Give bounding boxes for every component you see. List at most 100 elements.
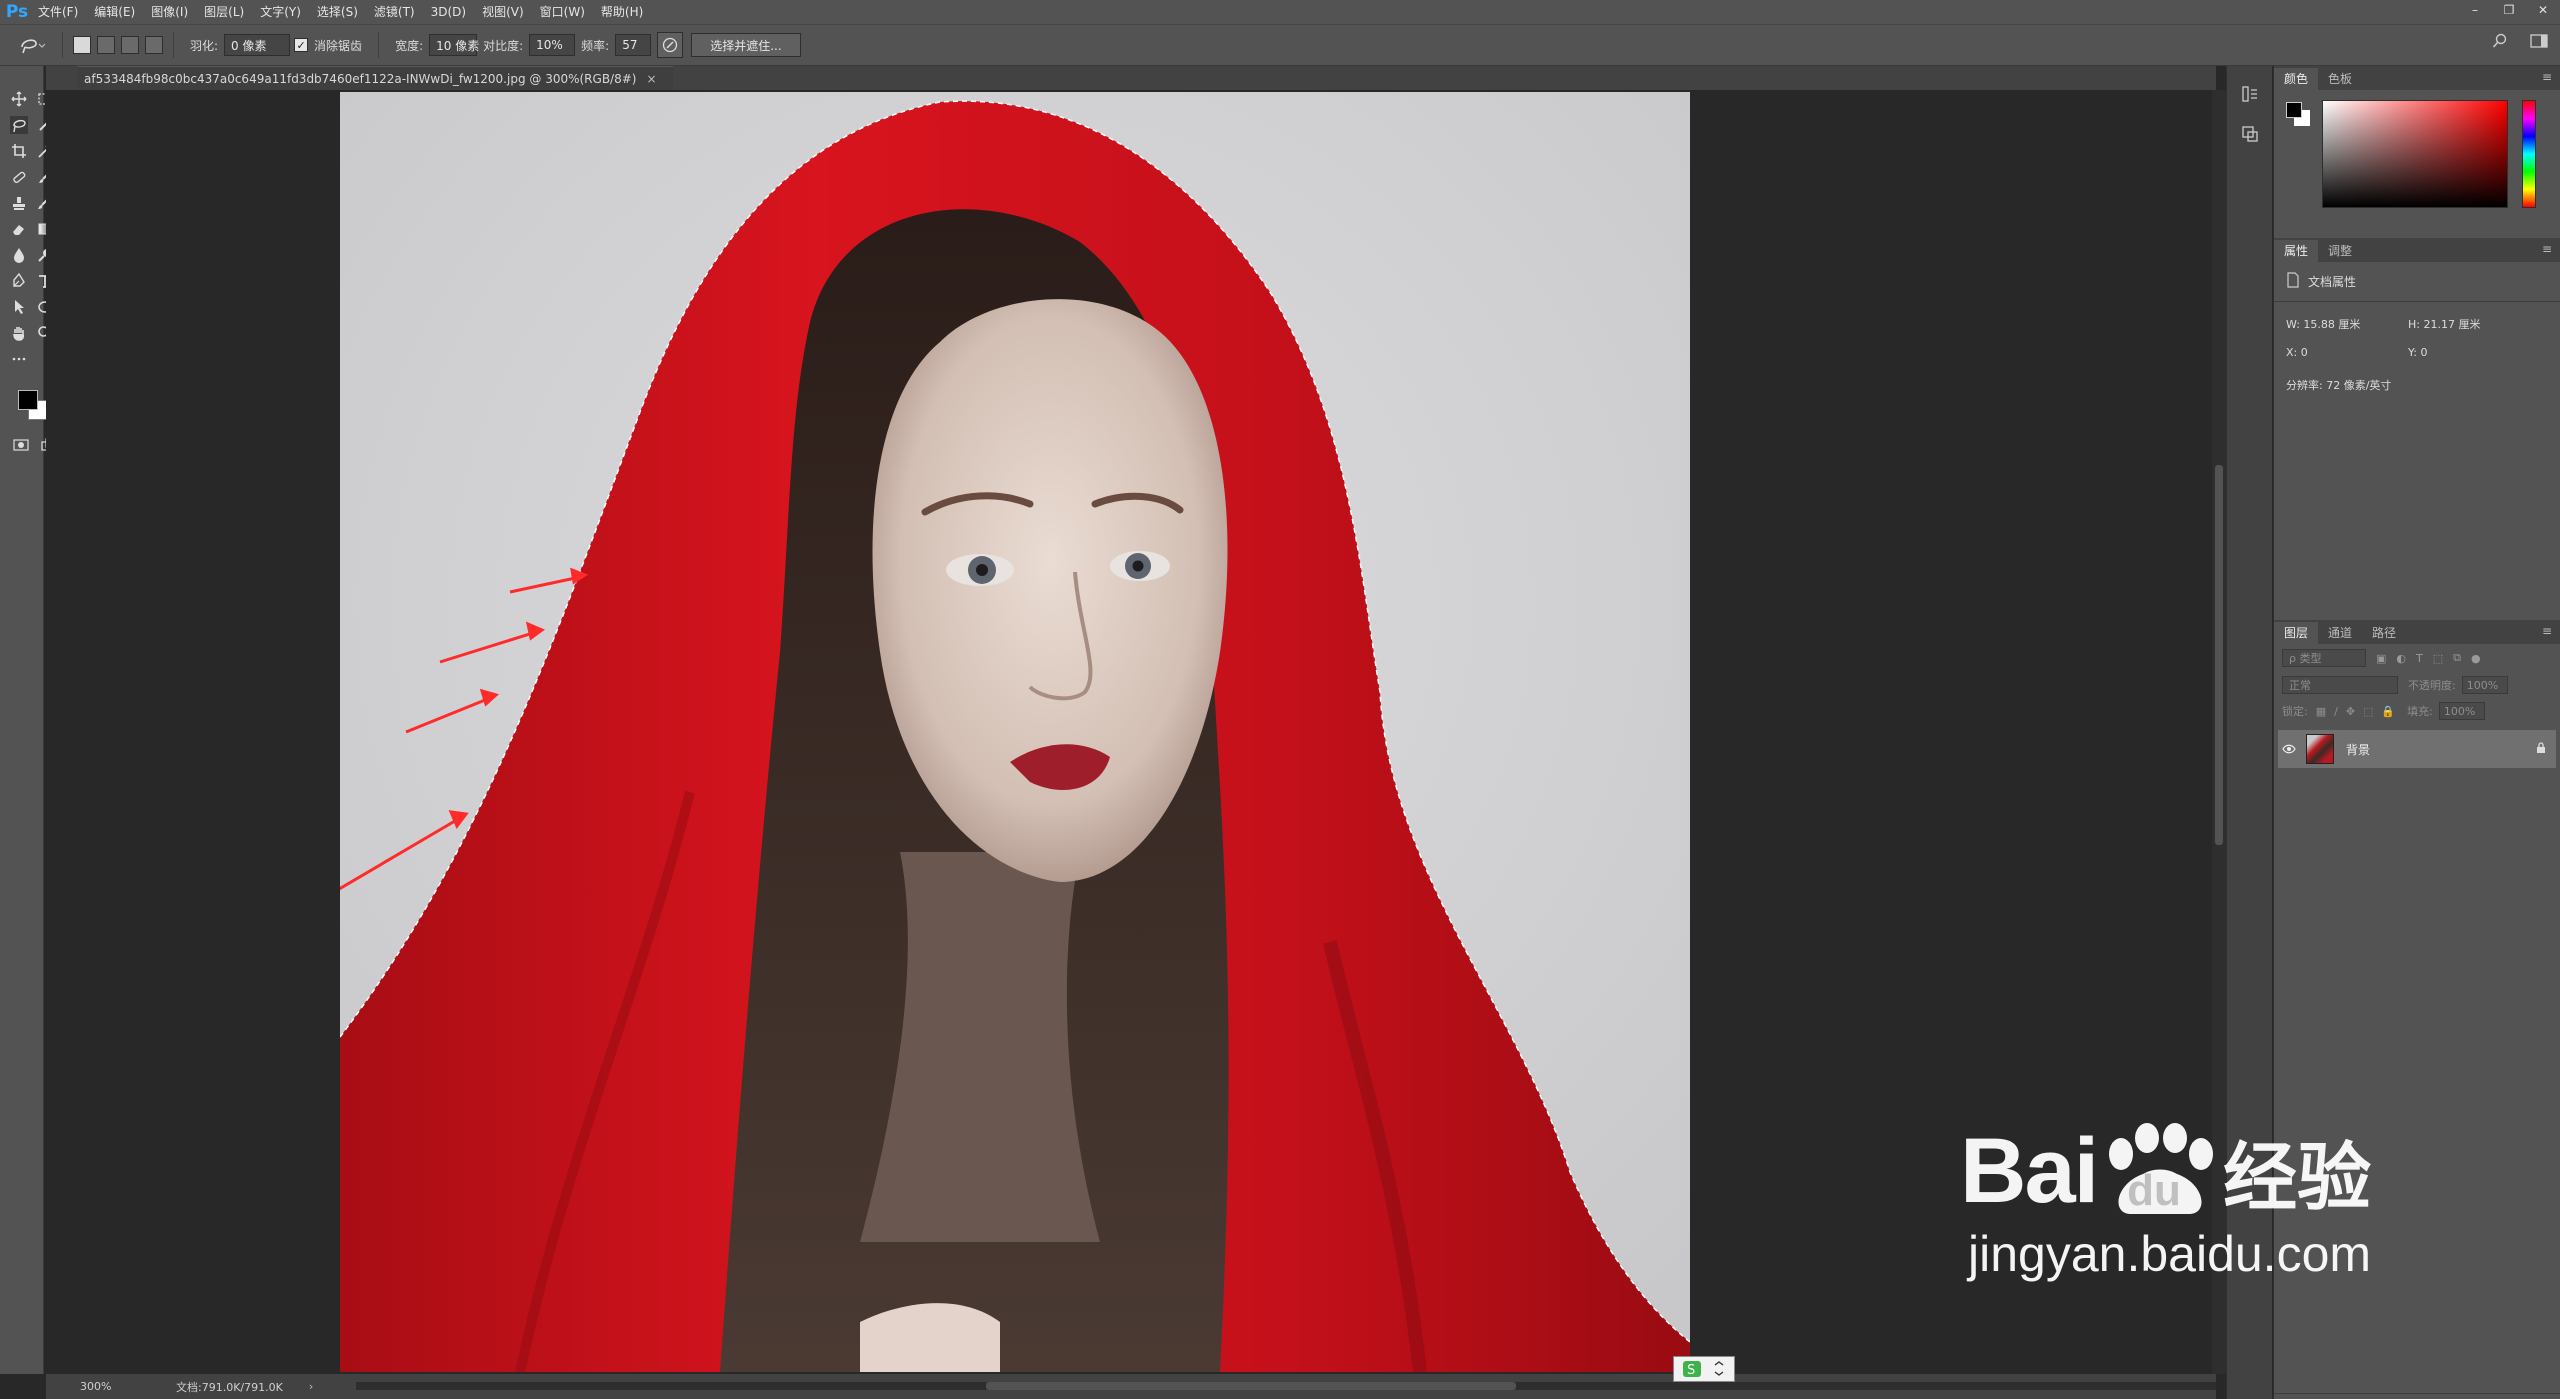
doc-x[interactable]: X: 0	[2286, 346, 2408, 359]
document-tab-title: af533484fb98c0bc437a0c649a11fd3db7460ef1…	[84, 71, 637, 86]
quick-mask-icon[interactable]	[12, 436, 30, 454]
zoom-level[interactable]: 300%	[46, 1380, 111, 1393]
add-selection-icon[interactable]	[97, 36, 115, 54]
watermark-url: jingyan.baidu.com	[1968, 1226, 2372, 1282]
blur-tool-icon[interactable]	[10, 246, 28, 264]
tab-paths[interactable]: 路径	[2362, 622, 2406, 644]
filter-toggle-icon[interactable]: ●	[2471, 652, 2481, 665]
blend-mode-dropdown[interactable]: 正常	[2282, 676, 2398, 694]
tab-swatches[interactable]: 色板	[2318, 68, 2362, 90]
close-icon[interactable]: ×	[646, 72, 656, 86]
menu-file[interactable]: 文件(F)	[30, 0, 86, 24]
mini-foreground-swatch[interactable]	[2286, 102, 2302, 118]
menu-window[interactable]: 窗口(W)	[532, 0, 593, 24]
tab-properties[interactable]: 属性	[2274, 240, 2319, 262]
layer-name[interactable]: 背景	[2346, 741, 2370, 758]
lock-fill-row: 锁定: ▦∕✥⬚🔒 填充: 100%	[2274, 698, 2560, 724]
tab-channels[interactable]: 通道	[2318, 622, 2362, 644]
document-image[interactable]	[340, 92, 1690, 1372]
tab-adjustments[interactable]: 调整	[2318, 240, 2362, 262]
menu-edit[interactable]: 编辑(E)	[86, 0, 143, 24]
layer-row-background[interactable]: 背景	[2278, 730, 2556, 768]
filter-type-icon[interactable]: T	[2416, 652, 2423, 665]
fill-label: 填充:	[2407, 705, 2433, 718]
restore-button[interactable]: ❐	[2492, 0, 2526, 20]
lasso-tool-icon[interactable]	[10, 116, 28, 134]
crop-tool-icon[interactable]	[10, 142, 28, 160]
frequency-input[interactable]: 57	[615, 34, 652, 56]
panel-menu-icon[interactable]: ≡	[2542, 242, 2552, 256]
doc-resolution: 分辨率: 72 像素/英寸	[2286, 379, 2392, 392]
horizontal-scrollbar[interactable]	[356, 1382, 2216, 1390]
more-tools-icon[interactable]	[10, 350, 28, 368]
select-and-mask-button[interactable]: 选择并遮住...	[691, 33, 801, 57]
color-swatches[interactable]	[12, 384, 48, 420]
path-selection-tool-icon[interactable]	[10, 298, 28, 316]
lock-icons[interactable]: ▦∕✥⬚🔒	[2316, 705, 2403, 718]
subtract-selection-icon[interactable]	[121, 36, 139, 54]
pen-pressure-icon[interactable]	[657, 32, 684, 58]
antialias-label: 消除锯齿	[314, 38, 363, 53]
color-panel-tabs: 颜色 色板 ≡	[2274, 66, 2560, 90]
filter-shape-icon[interactable]: ⬚	[2433, 652, 2443, 665]
watermark-bai: Bai	[1960, 1120, 2099, 1222]
history-panel-icon[interactable]	[2238, 82, 2262, 106]
panel-menu-icon[interactable]: ≡	[2542, 624, 2552, 638]
baidu-jingyan-watermark: Bai du 经验 jingyan.baidu.com	[1960, 1118, 2371, 1283]
hand-tool-icon[interactable]	[10, 324, 28, 342]
blend-opacity-row: 正常 不透明度: 100%	[2274, 672, 2560, 698]
input-method-icon[interactable]: S	[1673, 1356, 1735, 1382]
menu-type[interactable]: 文字(Y)	[252, 0, 309, 24]
vertical-scroll-thumb[interactable]	[2215, 465, 2223, 845]
width-input[interactable]: 10 像素	[429, 34, 479, 56]
color-picker-field[interactable]	[2322, 100, 2508, 208]
doc-height[interactable]: H: 21.17 厘米	[2408, 316, 2530, 332]
minimize-button[interactable]: –	[2458, 0, 2492, 20]
magnetic-lasso-tool-preset-icon[interactable]	[12, 30, 52, 60]
menu-filter[interactable]: 滤镜(T)	[366, 0, 423, 24]
healing-brush-tool-icon[interactable]	[10, 168, 28, 186]
horizontal-scroll-thumb[interactable]	[986, 1382, 1516, 1390]
menu-view[interactable]: 视图(V)	[474, 0, 532, 24]
move-tool-icon[interactable]	[10, 90, 28, 108]
actions-panel-icon[interactable]	[2238, 122, 2262, 146]
document-tab[interactable]: af533484fb98c0bc437a0c649a11fd3db7460ef1…	[78, 66, 673, 90]
intersect-selection-icon[interactable]	[145, 36, 163, 54]
filter-pixel-icon[interactable]: ▣	[2376, 652, 2386, 665]
svg-text:S: S	[1687, 1363, 1695, 1378]
menu-help[interactable]: 帮助(H)	[593, 0, 651, 24]
eraser-tool-icon[interactable]	[10, 220, 28, 238]
antialias-checkbox[interactable]: ✓	[294, 38, 309, 52]
watermark-jingyan: 经验	[2223, 1136, 2372, 1219]
layer-filter-dropdown[interactable]: ρ 类型	[2282, 649, 2366, 667]
clone-stamp-tool-icon[interactable]	[10, 194, 28, 212]
menu-image[interactable]: 图像(I)	[143, 0, 196, 24]
divider	[2274, 301, 2560, 302]
feather-input[interactable]: 0 像素	[224, 34, 291, 56]
menu-3d[interactable]: 3D(D)	[423, 0, 474, 24]
new-selection-icon[interactable]	[73, 36, 91, 54]
menu-layer[interactable]: 图层(L)	[196, 0, 252, 24]
fill-input[interactable]: 100%	[2438, 702, 2485, 720]
doc-width[interactable]: W: 15.88 厘米	[2286, 316, 2408, 332]
filter-adjustment-icon[interactable]: ◐	[2396, 652, 2406, 665]
opacity-label: 不透明度:	[2408, 679, 2456, 692]
pen-tool-icon[interactable]	[10, 272, 28, 290]
hue-slider[interactable]	[2522, 100, 2536, 208]
status-menu-arrow-icon[interactable]: ›	[309, 1380, 313, 1393]
close-window-button[interactable]: ✕	[2526, 0, 2560, 20]
opacity-input[interactable]: 100%	[2461, 676, 2508, 694]
canvas-area[interactable]	[46, 90, 2216, 1374]
tab-layers[interactable]: 图层	[2274, 622, 2319, 644]
tab-color[interactable]: 颜色	[2274, 68, 2319, 90]
visibility-eye-icon[interactable]	[2278, 744, 2300, 754]
panel-menu-icon[interactable]: ≡	[2542, 70, 2552, 84]
workspace-icon[interactable]	[2530, 33, 2548, 52]
doc-y[interactable]: Y: 0	[2408, 346, 2530, 359]
menu-select[interactable]: 选择(S)	[309, 0, 366, 24]
frequency-label: 频率:	[581, 38, 610, 53]
search-icon[interactable]	[2492, 33, 2508, 52]
contrast-input[interactable]: 10%	[529, 34, 576, 56]
foreground-color-swatch[interactable]	[18, 390, 38, 410]
filter-smart-object-icon[interactable]: ⧉	[2453, 651, 2461, 665]
